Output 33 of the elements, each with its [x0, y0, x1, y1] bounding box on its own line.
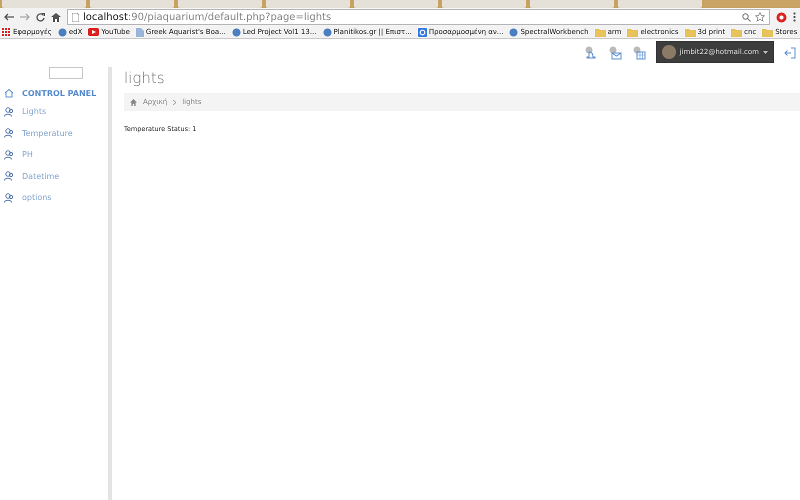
chevron-icon — [173, 100, 176, 104]
home-icon[interactable] — [51, 12, 61, 22]
site-icon — [509, 28, 518, 36]
play-icon — [88, 28, 100, 36]
star-icon[interactable] — [755, 12, 765, 22]
site-icon — [232, 28, 241, 36]
users-icon — [4, 106, 14, 117]
g-logo-icon — [418, 28, 427, 36]
home-icon — [4, 88, 14, 98]
logo-placeholder — [49, 67, 83, 79]
address-bar[interactable]: localhost:90/piaquarium/default.php?page=lights — [67, 9, 770, 25]
extension-icon[interactable] — [776, 12, 787, 22]
reload-icon[interactable] — [36, 12, 45, 22]
users-icon — [4, 192, 14, 203]
logout-icon[interactable] — [784, 47, 796, 59]
calendar-icon[interactable] — [632, 46, 646, 60]
site-icon — [58, 28, 67, 36]
avatar — [662, 45, 676, 59]
search-icon[interactable] — [742, 12, 751, 22]
menu-icon[interactable] — [793, 12, 796, 22]
caret-icon — [763, 50, 768, 54]
users-icon — [4, 128, 14, 138]
home-icon — [130, 98, 137, 106]
users-icon — [4, 171, 14, 182]
envelope-icon[interactable] — [608, 46, 622, 60]
forward-icon[interactable] — [20, 13, 30, 21]
back-icon[interactable] — [4, 13, 14, 21]
apps-grid-icon — [2, 28, 11, 36]
page-icon — [72, 12, 79, 22]
site-icon — [322, 28, 332, 36]
page-icon — [136, 28, 144, 36]
page-title: lights — [124, 69, 166, 87]
users-icon — [4, 150, 14, 160]
